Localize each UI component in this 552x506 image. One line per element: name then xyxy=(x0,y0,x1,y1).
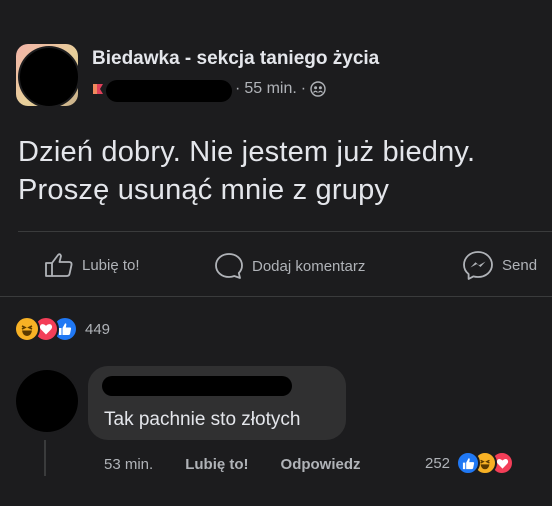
post-text: Dzień dobry. Nie jestem już biedny. Pros… xyxy=(18,133,475,209)
comment-time[interactable]: 53 min. xyxy=(104,456,153,473)
post-meta: · 55 min. · xyxy=(235,80,326,98)
post-text-line-2: Proszę usunąć mnie z grupy xyxy=(18,174,390,206)
divider-bottom xyxy=(0,296,552,297)
author-name-redacted xyxy=(106,80,232,102)
thread-line xyxy=(44,440,46,476)
reactions-summary[interactable]: 449 xyxy=(14,316,110,342)
author-avatar-redacted[interactable] xyxy=(20,48,78,106)
like-button[interactable]: Lubię to! xyxy=(44,252,140,278)
thumbs-up-icon xyxy=(45,253,73,277)
post-text-line-1: Dzień dobry. Nie jestem już biedny. xyxy=(18,136,476,168)
like-reaction-icon xyxy=(456,451,481,475)
comment-reply-button[interactable]: Odpowiedz xyxy=(281,456,361,473)
comment-bubble-icon xyxy=(215,253,243,279)
send-label: Send xyxy=(502,256,538,274)
like-label: Lubię to! xyxy=(82,256,140,274)
comment-reaction-count: 252 xyxy=(425,454,451,472)
comment-like-button[interactable]: Lubię to! xyxy=(185,456,248,473)
group-name[interactable]: Biedawka - sekcja taniego życia xyxy=(92,48,379,70)
reaction-count: 449 xyxy=(85,320,111,338)
comment-label: Dodaj komentarz xyxy=(252,257,366,275)
messenger-icon xyxy=(463,251,493,280)
post-separator-2: · xyxy=(300,80,307,97)
haha-reaction-icon xyxy=(14,316,40,342)
commenter-avatar-redacted[interactable] xyxy=(16,370,78,432)
badge-icon xyxy=(93,84,103,94)
comment-text: Tak pachnie sto złotych xyxy=(104,409,301,430)
divider-top xyxy=(18,231,552,232)
commenter-name-redacted xyxy=(102,376,292,396)
post-separator: · xyxy=(235,80,241,97)
friends-icon[interactable] xyxy=(310,81,326,97)
comment-reactions[interactable]: 252 xyxy=(425,451,515,475)
post-time[interactable]: 55 min. xyxy=(244,80,296,98)
comment-button[interactable]: Dodaj komentarz xyxy=(214,252,365,280)
send-button[interactable]: Send xyxy=(462,250,537,280)
comment-actions: 53 min. Lubię to! Odpowiedz xyxy=(104,456,361,473)
